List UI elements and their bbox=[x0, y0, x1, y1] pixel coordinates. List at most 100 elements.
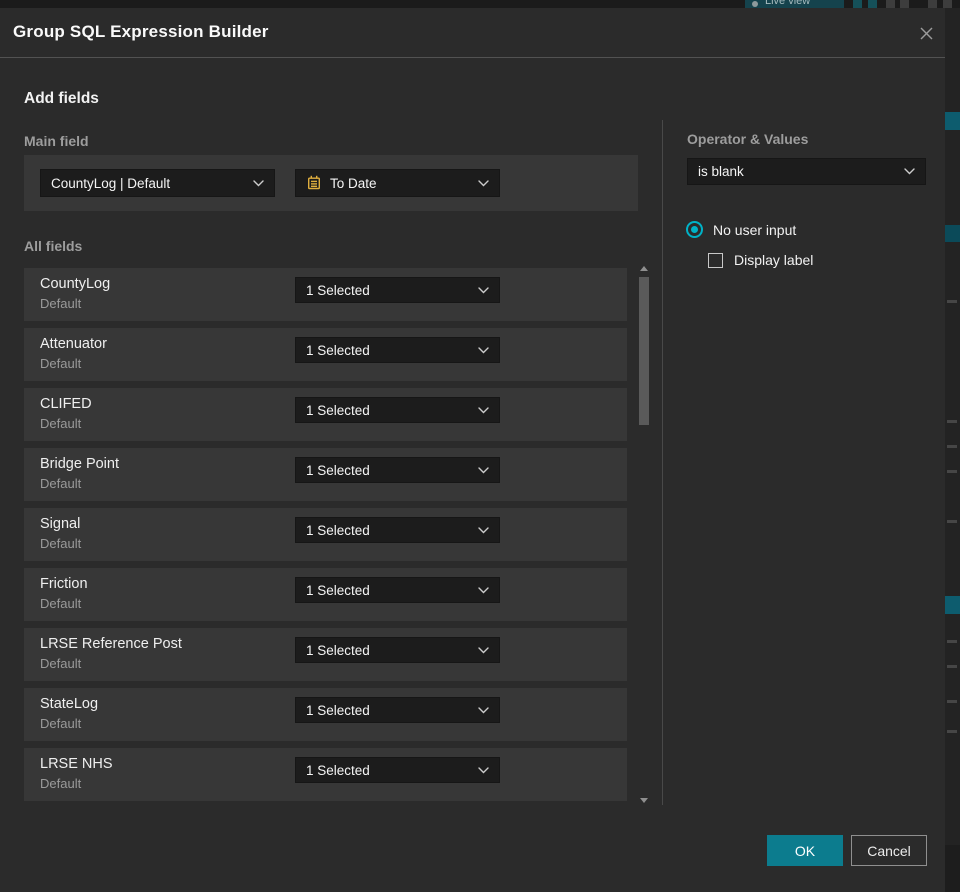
background-fragment bbox=[947, 700, 957, 703]
field-row: LRSE Reference Post Default 1 Selected bbox=[24, 628, 627, 681]
background-toolbar-fragment bbox=[853, 0, 862, 8]
field-selected-dropdown-value: 1 Selected bbox=[306, 402, 370, 418]
field-name: Signal bbox=[40, 516, 81, 532]
display-label-checkbox[interactable] bbox=[708, 252, 723, 268]
live-view-dot-icon bbox=[752, 1, 758, 7]
field-selected-dropdown[interactable]: 1 Selected bbox=[295, 697, 500, 723]
chevron-down-icon bbox=[253, 179, 264, 187]
field-name: Friction bbox=[40, 576, 88, 592]
background-fragment bbox=[947, 445, 957, 448]
chevron-down-icon bbox=[478, 586, 489, 594]
field-row: CountyLog Default 1 Selected bbox=[24, 268, 627, 321]
field-subtitle: Default bbox=[40, 536, 82, 551]
field-subtitle: Default bbox=[40, 416, 82, 431]
dialog-titlebar: Group SQL Expression Builder bbox=[0, 8, 945, 58]
field-name: LRSE Reference Post bbox=[40, 636, 182, 652]
background-toolbar-fragment bbox=[868, 0, 877, 8]
field-selected-dropdown-value: 1 Selected bbox=[306, 762, 370, 778]
field-subtitle: Default bbox=[40, 656, 82, 671]
panel-divider bbox=[662, 120, 663, 805]
chevron-down-icon bbox=[478, 406, 489, 414]
field-name: LRSE NHS bbox=[40, 756, 113, 772]
operator-values-label: Operator & Values bbox=[687, 131, 809, 147]
no-user-input-radio[interactable] bbox=[686, 221, 703, 238]
background-app-right-sliver bbox=[945, 8, 960, 892]
field-name: Bridge Point bbox=[40, 456, 119, 472]
scrollbar-thumb[interactable] bbox=[639, 277, 649, 425]
main-field-source-dropdown[interactable]: CountyLog | Default bbox=[40, 169, 275, 197]
chevron-down-icon bbox=[478, 526, 489, 534]
operator-dropdown[interactable]: is blank bbox=[687, 158, 926, 185]
no-user-input-option[interactable]: No user input bbox=[686, 221, 796, 238]
calendar-to-date-icon bbox=[306, 175, 322, 191]
field-selected-dropdown-value: 1 Selected bbox=[306, 582, 370, 598]
background-fragment bbox=[945, 225, 960, 242]
main-field-type-value: To Date bbox=[330, 175, 377, 191]
chevron-down-icon bbox=[478, 766, 489, 774]
chevron-down-icon bbox=[478, 286, 489, 294]
main-field-source-value: CountyLog | Default bbox=[51, 175, 171, 191]
field-selected-dropdown[interactable]: 1 Selected bbox=[295, 397, 500, 423]
field-selected-dropdown-value: 1 Selected bbox=[306, 642, 370, 658]
display-label-option[interactable]: Display label bbox=[708, 252, 813, 268]
field-selected-dropdown[interactable]: 1 Selected bbox=[295, 757, 500, 783]
background-fragment bbox=[947, 520, 957, 523]
field-name: StateLog bbox=[40, 696, 99, 712]
background-fragment bbox=[947, 730, 957, 733]
field-row: CLIFED Default 1 Selected bbox=[24, 388, 627, 441]
scroll-up-arrow-icon[interactable] bbox=[640, 266, 648, 271]
live-view-label: Live view bbox=[765, 0, 811, 7]
no-user-input-label: No user input bbox=[713, 221, 797, 238]
main-field-type-dropdown[interactable]: To Date bbox=[295, 169, 500, 197]
all-fields-list: CountyLog Default 1 Selected Attenuator … bbox=[24, 268, 627, 808]
field-subtitle: Default bbox=[40, 296, 82, 311]
field-subtitle: Default bbox=[40, 596, 82, 611]
close-button[interactable] bbox=[914, 21, 938, 45]
field-selected-dropdown-value: 1 Selected bbox=[306, 342, 370, 358]
background-toolbar-fragment bbox=[943, 0, 952, 8]
field-subtitle: Default bbox=[40, 776, 82, 791]
field-selected-dropdown[interactable]: 1 Selected bbox=[295, 457, 500, 483]
all-fields-scrollbar bbox=[637, 264, 651, 805]
field-row: Signal Default 1 Selected bbox=[24, 508, 627, 561]
field-row: Attenuator Default 1 Selected bbox=[24, 328, 627, 381]
background-fragment bbox=[947, 470, 957, 473]
close-icon bbox=[919, 26, 934, 41]
field-name: CLIFED bbox=[40, 396, 92, 412]
add-fields-heading: Add fields bbox=[24, 90, 99, 107]
display-label-label: Display label bbox=[734, 252, 814, 268]
field-name: CountyLog bbox=[40, 276, 111, 292]
chevron-down-icon bbox=[478, 346, 489, 354]
background-fragment bbox=[945, 596, 960, 614]
main-field-label: Main field bbox=[24, 133, 89, 149]
field-selected-dropdown-value: 1 Selected bbox=[306, 702, 370, 718]
chevron-down-icon bbox=[478, 646, 489, 654]
field-selected-dropdown[interactable]: 1 Selected bbox=[295, 517, 500, 543]
field-selected-dropdown[interactable]: 1 Selected bbox=[295, 577, 500, 603]
background-fragment bbox=[947, 665, 957, 668]
cancel-button[interactable]: Cancel bbox=[851, 835, 927, 866]
operator-dropdown-value: is blank bbox=[698, 164, 744, 179]
background-fragment bbox=[947, 640, 957, 643]
background-fragment bbox=[945, 845, 960, 892]
dialog-title: Group SQL Expression Builder bbox=[13, 22, 269, 41]
field-selected-dropdown[interactable]: 1 Selected bbox=[295, 637, 500, 663]
background-fragment bbox=[947, 300, 957, 303]
group-sql-expression-builder-dialog: Group SQL Expression Builder Add fields … bbox=[0, 8, 945, 892]
field-selected-dropdown[interactable]: 1 Selected bbox=[295, 337, 500, 363]
chevron-down-icon bbox=[904, 168, 915, 175]
field-subtitle: Default bbox=[40, 356, 82, 371]
field-row: Bridge Point Default 1 Selected bbox=[24, 448, 627, 501]
chevron-down-icon bbox=[478, 706, 489, 714]
background-toolbar-fragment bbox=[900, 0, 909, 8]
field-selected-dropdown[interactable]: 1 Selected bbox=[295, 277, 500, 303]
field-subtitle: Default bbox=[40, 476, 82, 491]
chevron-down-icon bbox=[478, 179, 489, 187]
background-fragment bbox=[947, 420, 957, 423]
background-fragment bbox=[945, 112, 960, 130]
field-selected-dropdown-value: 1 Selected bbox=[306, 522, 370, 538]
ok-button[interactable]: OK bbox=[767, 835, 843, 866]
field-row: StateLog Default 1 Selected bbox=[24, 688, 627, 741]
scroll-down-arrow-icon[interactable] bbox=[640, 798, 648, 803]
chevron-down-icon bbox=[478, 466, 489, 474]
